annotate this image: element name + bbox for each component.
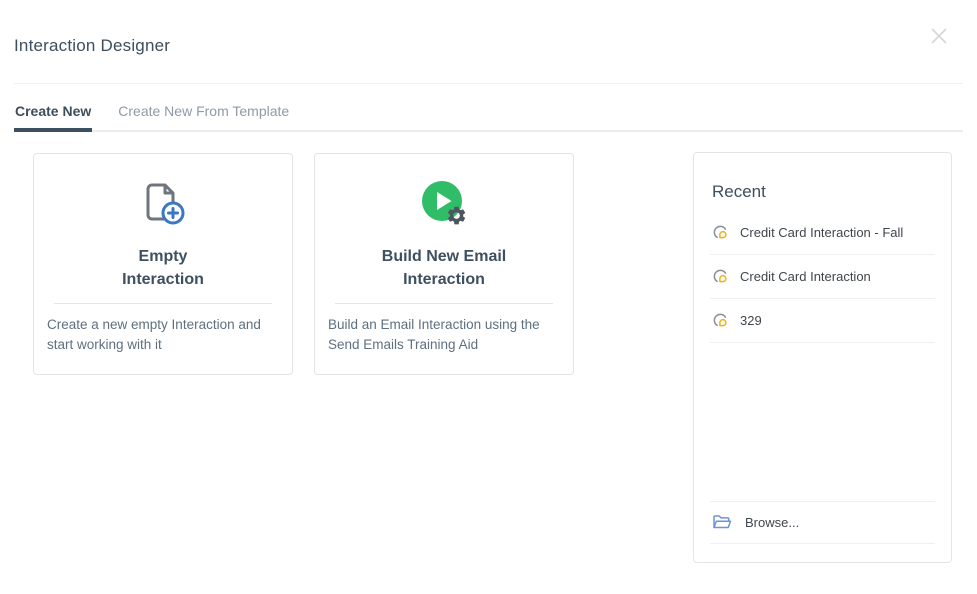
card-build-new-email-interaction[interactable]: Build New Email Interaction Build an Ema… — [314, 153, 574, 375]
recent-item[interactable]: Credit Card Interaction — [710, 255, 935, 299]
card-title-line1: Build New Email — [315, 246, 573, 269]
close-icon — [928, 25, 950, 47]
recent-item-label: Credit Card Interaction — [740, 269, 871, 284]
dialog-title: Interaction Designer — [14, 36, 963, 56]
play-gear-icon — [315, 177, 573, 233]
recent-list: Credit Card Interaction - Fall Credit Ca… — [710, 211, 935, 343]
document-add-icon — [34, 177, 292, 233]
interaction-designer-dialog: { "dialog": { "title": "Interaction Desi… — [0, 0, 977, 594]
interaction-bubble-icon — [712, 224, 729, 241]
recent-item[interactable]: 329 — [710, 299, 935, 343]
card-title: Empty Interaction — [34, 246, 292, 291]
open-folder-icon — [712, 514, 732, 531]
card-description: Build an Email Interaction using the Sen… — [315, 315, 573, 355]
tab-create-new-from-template[interactable]: Create New From Template — [117, 103, 290, 132]
card-empty-interaction[interactable]: Empty Interaction Create a new empty Int… — [33, 153, 293, 375]
recent-item-label: Credit Card Interaction - Fall — [740, 225, 903, 240]
interaction-bubble-icon — [712, 268, 729, 285]
card-title-line2: Interaction — [315, 269, 573, 292]
card-title-line2: Interaction — [34, 269, 292, 292]
card-description: Create a new empty Interaction and start… — [34, 315, 292, 355]
recent-item-label: 329 — [740, 313, 762, 328]
dialog-header: Interaction Designer — [0, 0, 977, 56]
card-divider — [54, 303, 272, 304]
close-button[interactable] — [927, 24, 951, 48]
browse-label: Browse... — [745, 515, 799, 530]
dialog-content: Empty Interaction Create a new empty Int… — [0, 132, 977, 563]
tab-bar: Create New Create New From Template — [14, 84, 963, 132]
tab-create-new[interactable]: Create New — [14, 103, 92, 132]
card-title-line1: Empty — [34, 246, 292, 269]
card-title: Build New Email Interaction — [315, 246, 573, 291]
interaction-bubble-icon — [712, 312, 729, 329]
recent-panel: Recent Credit Card Interaction - Fall — [693, 152, 952, 563]
browse-button[interactable]: Browse... — [710, 501, 935, 544]
recent-heading: Recent — [710, 182, 935, 202]
recent-item[interactable]: Credit Card Interaction - Fall — [710, 211, 935, 255]
card-divider — [335, 303, 553, 304]
